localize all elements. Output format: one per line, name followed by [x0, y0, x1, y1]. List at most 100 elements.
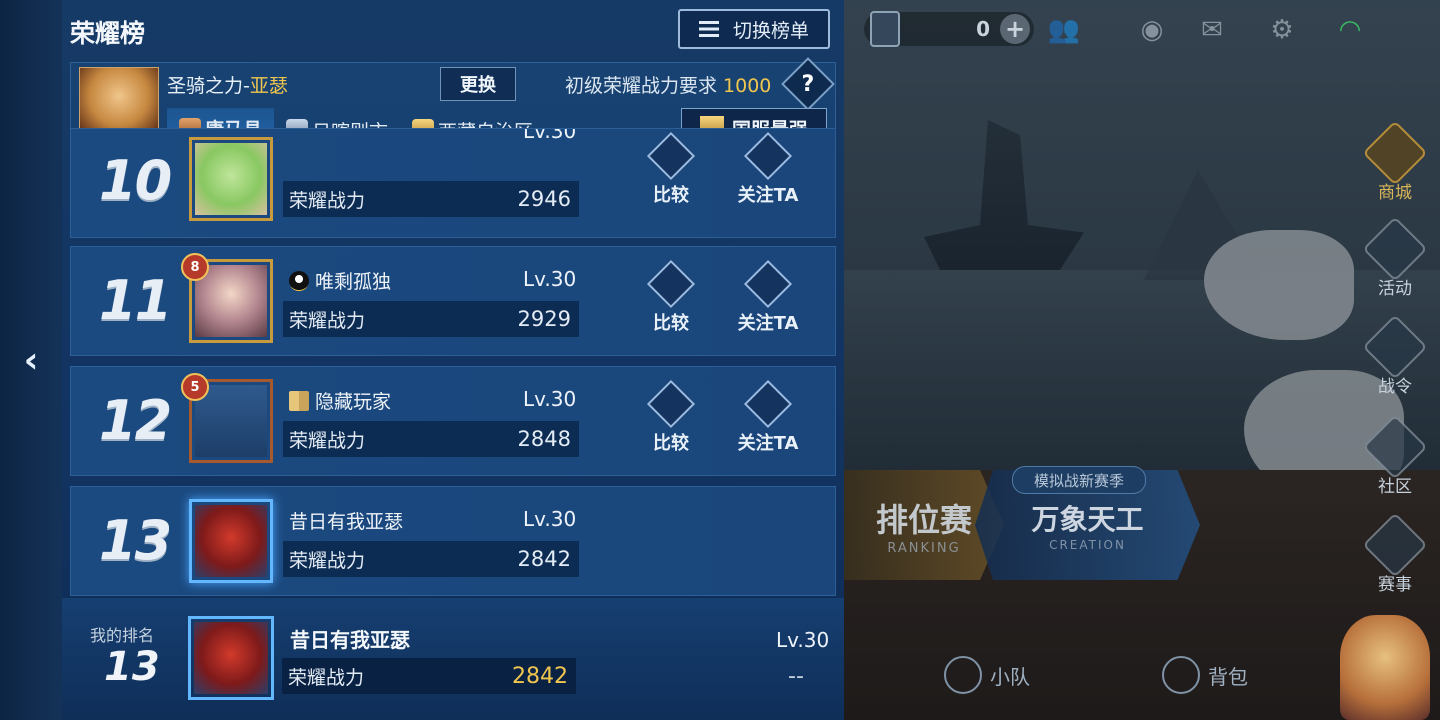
player-avatar[interactable]: [189, 499, 273, 583]
side-activity[interactable]: 活动: [1350, 216, 1440, 299]
creation-sub: CREATION: [1049, 538, 1126, 552]
eye-icon[interactable]: ◉: [1130, 10, 1174, 50]
help-button[interactable]: ?: [781, 57, 835, 111]
player-name: 唯剩孤独: [289, 267, 391, 294]
wifi-icon: ◠: [1338, 15, 1362, 45]
side-activity-label: 活动: [1378, 279, 1412, 299]
avatar-image: [195, 505, 267, 577]
change-hero-button[interactable]: 更换: [440, 67, 516, 101]
activity-icon: [1362, 216, 1428, 282]
friends-icon[interactable]: 👥: [1042, 10, 1086, 50]
rank-number: 11: [99, 269, 172, 332]
compare-button[interactable]: 比较: [631, 131, 711, 207]
requirement-label: 初级荣耀战力要求: [565, 75, 718, 97]
my-power-value: 2842: [512, 663, 568, 689]
avatar-image: [194, 622, 268, 694]
my-player-level: Lv.30: [776, 628, 830, 652]
power-value: 2946: [517, 187, 571, 211]
follow-button[interactable]: 关注TA: [728, 131, 808, 207]
question-icon: ?: [801, 71, 815, 97]
side-events-label: 赛事: [1378, 575, 1412, 595]
my-rank-label: 我的排名: [90, 626, 155, 645]
hero-name: 圣骑之力-亚瑟: [167, 71, 288, 98]
side-community-label: 社区: [1378, 477, 1412, 497]
shop-icon: [1362, 120, 1428, 186]
my-rank-change: --: [788, 664, 804, 689]
player-name-text: 昔日有我亚瑟: [289, 511, 404, 533]
side-shop[interactable]: 商城: [1350, 120, 1440, 203]
follow-label: 关注TA: [737, 433, 799, 454]
table-row[interactable]: 10 Lv.30 荣耀战力 2946 比较 关注TA: [70, 128, 836, 238]
scroll-edge: [62, 152, 844, 162]
player-avatar-corner[interactable]: [1340, 615, 1430, 720]
my-rank-number: 13: [104, 644, 160, 690]
team-label: 小队: [990, 664, 1030, 689]
compare-label: 比较: [653, 433, 689, 454]
tier-badge: 5: [181, 373, 209, 401]
my-player-name: 昔日有我亚瑟: [290, 628, 410, 652]
tier-badge: 8: [181, 253, 209, 281]
power-label: 荣耀战力: [289, 309, 366, 332]
power-box: 荣耀战力 2929: [283, 301, 579, 337]
follow-icon: [743, 379, 793, 429]
my-avatar[interactable]: [188, 616, 274, 700]
add-icon[interactable]: +: [1000, 14, 1030, 44]
power-label: 荣耀战力: [289, 189, 366, 212]
bag-label: 背包: [1208, 664, 1248, 689]
qq-icon: [289, 270, 309, 291]
top-bar: 0 + 👥 ◉ ✉ ⚙ ◠: [844, 0, 1440, 60]
player-level: Lv.30: [523, 267, 577, 291]
side-pass-label: 战令: [1378, 377, 1412, 397]
mail-icon[interactable]: ✉: [1190, 10, 1234, 50]
ranked-sub: RANKING: [887, 540, 961, 556]
compare-button[interactable]: 比较: [631, 259, 711, 335]
table-row[interactable]: 12 5 隐藏玩家 Lv.30 荣耀战力 2848 比较 关注TA: [70, 366, 836, 476]
new-season-tag: 模拟战新赛季: [1012, 466, 1146, 494]
follow-button[interactable]: 关注TA: [728, 379, 808, 455]
back-arrow-icon[interactable]: ‹: [14, 340, 48, 381]
table-row[interactable]: 11 8 唯剩孤独 Lv.30 荣耀战力 2929 比较 关注TA: [70, 246, 836, 356]
side-community[interactable]: 社区: [1350, 414, 1440, 497]
compare-icon: [646, 379, 696, 429]
player-avatar[interactable]: [189, 137, 273, 221]
switch-board-label: 切换榜单: [732, 19, 809, 42]
power-value: 2842: [517, 547, 571, 571]
follow-label: 关注TA: [737, 185, 799, 206]
leaderboard-panel: 荣耀榜 切换榜单 圣骑之力-亚瑟 更换 初级荣耀战力要求1000 ? 康马县 日…: [62, 0, 844, 720]
follow-button[interactable]: 关注TA: [728, 259, 808, 335]
creation-label: 万象天工: [1031, 503, 1144, 536]
requirement-value: 1000: [723, 75, 772, 97]
coin-count: 0: [976, 17, 990, 41]
coin-counter[interactable]: 0 +: [864, 11, 1034, 47]
follow-icon: [743, 259, 793, 309]
hero-name-highlight: 亚瑟: [249, 75, 288, 97]
side-pass[interactable]: 战令: [1350, 314, 1440, 397]
player-level: Lv.30: [523, 387, 577, 411]
flag-icon: [944, 656, 982, 694]
bag-button[interactable]: 背包: [1162, 656, 1248, 694]
power-box: 荣耀战力 2946: [283, 181, 579, 217]
community-icon: [1362, 414, 1428, 480]
my-power-label: 荣耀战力: [288, 666, 365, 689]
trophy-icon: [1362, 512, 1428, 578]
power-box: 荣耀战力 2842: [283, 541, 579, 577]
power-label: 荣耀战力: [289, 549, 366, 572]
team-button[interactable]: 小队: [944, 656, 1030, 694]
side-events[interactable]: 赛事: [1350, 512, 1440, 595]
rank-number: 12: [99, 389, 172, 452]
table-row[interactable]: 13 昔日有我亚瑟 Lv.30 荣耀战力 2842: [70, 486, 836, 596]
book-icon: [289, 390, 309, 411]
player-level: Lv.30: [523, 507, 577, 531]
player-level: Lv.30: [523, 128, 577, 143]
rank-number: 13: [99, 509, 172, 572]
ranked-label: 排位赛: [875, 500, 972, 539]
page-title: 荣耀榜: [70, 19, 146, 48]
switch-board-button[interactable]: 切换榜单: [678, 9, 830, 49]
compare-label: 比较: [653, 313, 689, 334]
my-power-box: 荣耀战力 2842: [282, 658, 576, 694]
gear-icon[interactable]: ⚙: [1260, 10, 1304, 50]
list-icon: [698, 21, 719, 37]
compare-button[interactable]: 比较: [631, 379, 711, 455]
player-name-text: 隐藏玩家: [315, 391, 392, 413]
player-name: 昔日有我亚瑟: [289, 507, 403, 534]
